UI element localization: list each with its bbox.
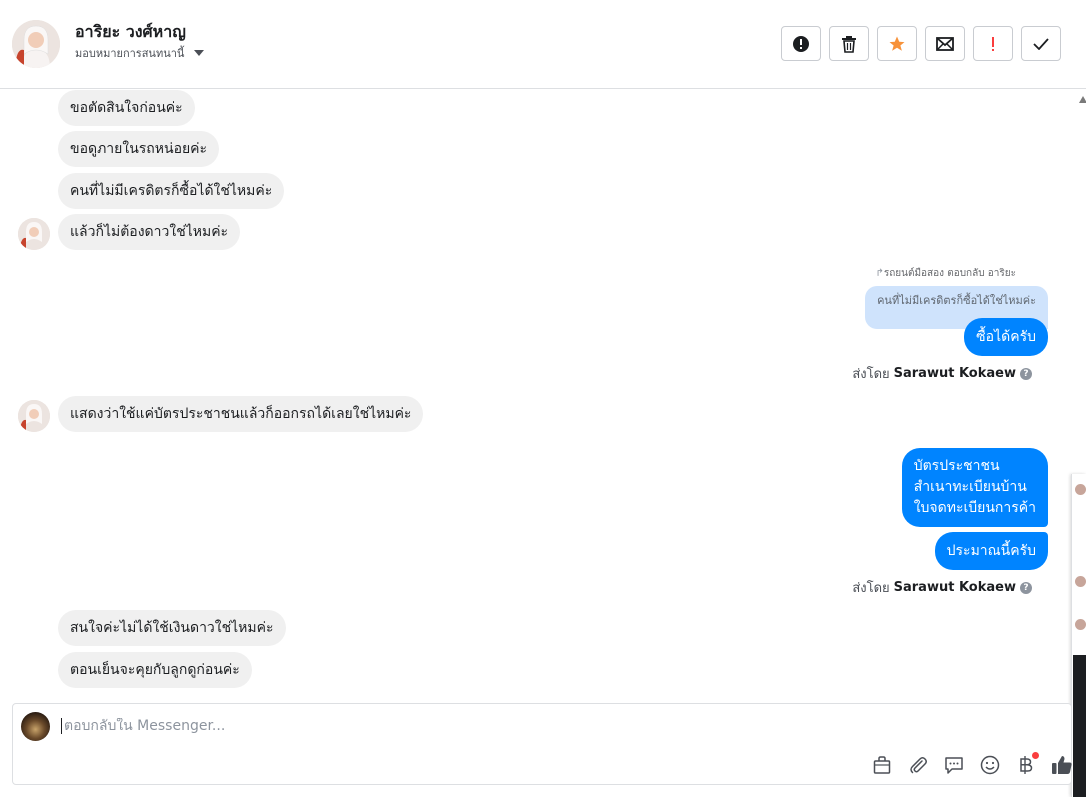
message-line: ใบจดทะเบียนการค้า (913, 500, 1036, 516)
star-button[interactable] (877, 26, 917, 61)
incoming-message[interactable]: ตอนเย็นจะคุยกับลูกดูก่อนค่ะ (58, 652, 252, 688)
baht-icon (1020, 756, 1033, 774)
assign-label: มอบหมายการสนทนานี้ (75, 47, 185, 60)
conversation-header: อาริยะ วงศ์หาญ มอบหมายการสนทนานี้ (0, 0, 1086, 89)
reply-context-note: ↱รถยนต์มือสอง ตอบกลับ อาริยะ (875, 268, 1016, 279)
reply-arrow-icon: ↱ (875, 268, 884, 279)
saved-reply-icon (945, 757, 963, 774)
like-button[interactable] (1048, 752, 1076, 778)
scroll-up-arrow[interactable] (1079, 96, 1086, 103)
reply-input[interactable] (61, 718, 961, 734)
help-icon[interactable]: ? (1020, 367, 1032, 380)
incoming-message[interactable]: แสดงว่าใช้แค่บัตรประชาชนแล้วก็ออกรถได้เล… (58, 396, 424, 432)
contact-avatar-small[interactable] (18, 400, 50, 432)
emoji-icon (980, 755, 1000, 775)
thumbs-up-icon (1052, 756, 1072, 774)
incoming-message[interactable]: สนใจค่ะไม่ได้ใช้เงินดาวใช่ไหมค่ะ (58, 610, 286, 646)
contact-avatar[interactable] (12, 20, 60, 68)
spam-button[interactable] (781, 26, 821, 61)
sent-by-label: ส่งโดย Sarawut Kokaew ? (852, 363, 1032, 384)
star-icon (889, 36, 905, 51)
exclamation-icon (992, 36, 994, 51)
mark-done-button[interactable] (1021, 26, 1061, 61)
sender-name[interactable]: Sarawut Kokaew (894, 366, 1016, 381)
outgoing-message[interactable]: ประมาณนี้ครับ (934, 532, 1048, 570)
reply-composer (12, 703, 1072, 785)
message-line: สำเนาทะเบียนบ้าน (913, 479, 1027, 495)
emoji-button[interactable] (976, 752, 1004, 778)
paperclip-icon (910, 757, 927, 774)
notification-dot (1032, 752, 1039, 759)
incoming-message[interactable]: แล้วก็ไม่ต้องดาวใช่ไหมค่ะ (58, 214, 241, 250)
outgoing-message[interactable]: บัตรประชาชน สำเนาทะเบียนบ้าน ใบจดทะเบียน… (901, 448, 1048, 527)
contact-avatar-small[interactable] (18, 218, 50, 250)
bag-button[interactable] (868, 752, 896, 778)
alert-circle-icon (793, 35, 809, 52)
contact-name: อาริยะ วงศ์หาญ (75, 22, 186, 41)
outgoing-message[interactable]: ซื้อได้ครับ (964, 318, 1048, 356)
composer-toolbar (868, 752, 1076, 778)
payment-button[interactable] (1012, 752, 1040, 778)
bag-icon (873, 756, 891, 774)
delete-button[interactable] (829, 26, 869, 61)
follow-up-button[interactable] (973, 26, 1013, 61)
page-avatar (21, 712, 50, 741)
saved-reply-button[interactable] (940, 752, 968, 778)
sent-by-label: ส่งโดย Sarawut Kokaew ? (852, 577, 1032, 598)
header-actions (781, 26, 1061, 61)
attach-button[interactable] (904, 752, 932, 778)
envelope-icon (936, 36, 954, 51)
thumbnail-avatar (1075, 576, 1086, 587)
caret-down-icon (194, 50, 205, 56)
help-icon[interactable]: ? (1020, 581, 1032, 594)
thumbnail-avatar (1075, 619, 1086, 630)
thumbnail-avatar (1075, 484, 1086, 495)
assign-dropdown[interactable]: มอบหมายการสนทนานี้ (75, 44, 205, 62)
message-thread[interactable]: ขอตัดสินใจก่อนค่ะ ขอดูภายในรถหน่อยค่ะ คน… (0, 90, 1070, 702)
trash-icon (842, 35, 856, 53)
check-icon (1033, 37, 1049, 50)
incoming-message[interactable]: ขอดูภายในรถหน่อยค่ะ (58, 131, 220, 167)
incoming-message[interactable]: ขอตัดสินใจก่อนค่ะ (58, 90, 195, 126)
sender-name[interactable]: Sarawut Kokaew (894, 580, 1016, 595)
message-line: บัตรประชาชน (913, 458, 1000, 474)
incoming-message[interactable]: คนที่ไม่มีเครดิตรก็ซื้อได้ใช่ไหมค่ะ (58, 173, 285, 209)
mark-unread-button[interactable] (925, 26, 965, 61)
